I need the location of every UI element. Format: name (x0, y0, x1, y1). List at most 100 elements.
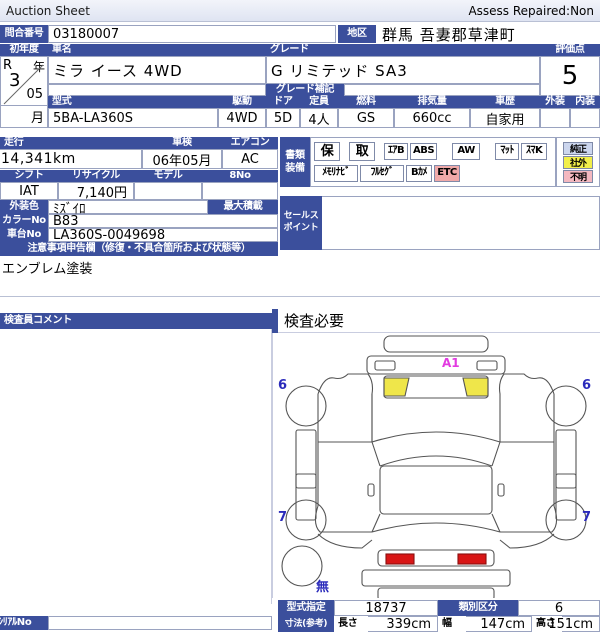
category-label: 類別区分 (438, 600, 518, 616)
exterior-color-label: 外装色 (0, 200, 48, 214)
section-divider (0, 296, 600, 297)
notice-text: エンブレム塗装 (0, 256, 278, 296)
seats-value: 4人 (300, 108, 338, 128)
equipment-badge-panel: 保取 ｴｱB ABS AW ﾏｯﾄ ｽﾏK ﾒﾓﾘﾅﾋﾞ ﾌﾙｾｸﾞ Bｶﾒ ETC (310, 137, 556, 187)
score-label: 評価点 (540, 44, 600, 56)
inspection-required-header: 検査必要 (278, 309, 600, 333)
length-value: 339cm (368, 616, 438, 632)
chassis-number-label: 車台No (0, 228, 48, 242)
serial-number-label: ｼﾘｱﾙNo (0, 616, 48, 630)
equipment-badge[interactable]: AW (452, 142, 481, 160)
chassis-number-value: LA360S-0049698 (48, 228, 278, 243)
damage-mark-left-rear: 7 (278, 510, 288, 525)
equipment-badge[interactable]: ﾒﾓﾘﾅﾋﾞ (314, 164, 358, 182)
fuel-label: 燃料 (338, 96, 394, 108)
equipment-badge[interactable]: Bｶﾒ (406, 164, 432, 182)
salespoint-label-line1: セールス (283, 211, 319, 222)
eightno-value (202, 182, 278, 200)
equipment-badge[interactable]: ﾌﾙｾｸﾞ (360, 164, 404, 182)
shaken-value: 06年05月 (142, 149, 222, 169)
model-code-label: 型式 (48, 96, 218, 108)
color-number-label: カラーNo (0, 214, 48, 228)
equipment-badge[interactable]: ｴｱB (384, 142, 408, 160)
equipment-badge[interactable]: ABS (410, 142, 438, 160)
history-value: 自家用 (470, 108, 540, 128)
equipment-badge[interactable]: 保 (314, 141, 340, 161)
equipment-row-2: ﾒﾓﾘﾅﾋﾞ ﾌﾙｾｸﾞ Bｶﾒ ETC (311, 162, 555, 184)
equipment-label-line1: 書類 (285, 150, 305, 161)
carname-value: ミラ イース 4WD (48, 56, 266, 84)
door-label: ドア (266, 96, 300, 108)
modeltype-value (134, 182, 202, 200)
damage-mark-right-rear: 7 (582, 510, 592, 525)
grade-note-value (344, 84, 540, 96)
equipment-row-1: 保取 ｴｱB ABS AW ﾏｯﾄ ｽﾏK (311, 138, 555, 162)
displacement-value: 660cc (394, 108, 470, 128)
aircon-label: エアコン (222, 137, 278, 149)
salespoint-label: セールス ポイント (280, 196, 322, 250)
mileage-value: 14,341km (0, 149, 142, 169)
height-value: 151cm (548, 616, 600, 632)
equipment-badge[interactable]: ﾏｯﾄ (495, 142, 520, 160)
drive-value: 4WD (218, 108, 266, 128)
region-value: 群馬 吾妻郡草津町 (378, 23, 600, 45)
equipment-label-line2: 装備 (285, 163, 305, 174)
aircon-value: AC (222, 149, 278, 169)
interior-label: 内装 (570, 96, 600, 108)
first-year-label: 初年度 (0, 44, 48, 56)
width-value: 147cm (466, 616, 532, 632)
type-designation-value: 18737 (334, 600, 438, 616)
equipment-legend-item: 不明 (563, 169, 593, 183)
damage-mark-left-front: 6 (278, 378, 288, 393)
history-label: 車歴 (470, 96, 540, 108)
serial-number-value (48, 616, 272, 630)
modeltype-label: モデル (134, 170, 202, 182)
first-year-box: R 年 3 05 (0, 56, 48, 106)
equipment-legend-item: 純正 (563, 141, 593, 155)
maxload-label: 最大積載 (208, 200, 278, 214)
inspector-comment-text (0, 329, 272, 604)
model-code-value: 5BA-LA360S (48, 108, 218, 128)
shift-value: IAT (0, 182, 58, 200)
equipment-badge[interactable]: 取 (349, 141, 375, 161)
recycle-label: リサイクル (58, 170, 134, 182)
salespoint-value (322, 196, 600, 250)
door-value: 5D (266, 108, 300, 128)
seats-label: 定員 (300, 96, 338, 108)
vehicle-outline-svg (281, 335, 587, 601)
inquiry-number-label: 問合番号 (0, 25, 48, 43)
score-value: 5 (540, 56, 600, 96)
mileage-label: 走行 (0, 137, 142, 149)
exterior-label: 外装 (540, 96, 570, 108)
damage-mark-front-a1: A1 (442, 356, 460, 370)
carname-label: 車名 (48, 44, 266, 56)
inquiry-number-value: 03180007 (48, 25, 336, 43)
grade-value: G リミテッド SA3 (266, 56, 540, 84)
damage-mark-right-front: 6 (582, 378, 592, 393)
window-title-bar: Auction Sheet Assess Repaired:Non (0, 0, 600, 22)
eightno-label: 8No (202, 170, 278, 182)
type-designation-label: 型式指定 (278, 600, 334, 616)
auction-sheet: Auction Sheet Assess Repaired:Non 問合番号 0… (0, 0, 600, 637)
exterior-value (540, 108, 570, 128)
shaken-label: 車検 (142, 137, 222, 149)
assess-repaired-status: Assess Repaired:Non (468, 3, 594, 18)
carname-blank-row (48, 84, 266, 96)
equipment-badge[interactable]: ETC (434, 164, 460, 182)
drive-label: 駆動 (218, 96, 266, 108)
equipment-label: 書類 装備 (280, 137, 310, 187)
interior-value (570, 108, 600, 128)
fuel-value: GS (338, 108, 394, 128)
equipment-badge[interactable]: ｽﾏK (521, 142, 548, 160)
inspector-comment-header: 検査員コメント (0, 313, 272, 329)
window-title: Auction Sheet (6, 3, 90, 18)
color-number-value: B83 (48, 214, 278, 229)
first-year-diagonal-icon (3, 64, 44, 105)
displacement-label: 排気量 (394, 96, 470, 108)
equipment-legend: 純正 社外 不明 (556, 137, 600, 187)
grade-note-label: グレード補記 (266, 84, 344, 96)
salespoint-label-line2: ポイント (283, 223, 319, 233)
width-label: 幅 (438, 616, 466, 632)
length-label: 長さ (334, 616, 368, 632)
spare-tire-none-mark: 無 (316, 580, 330, 595)
